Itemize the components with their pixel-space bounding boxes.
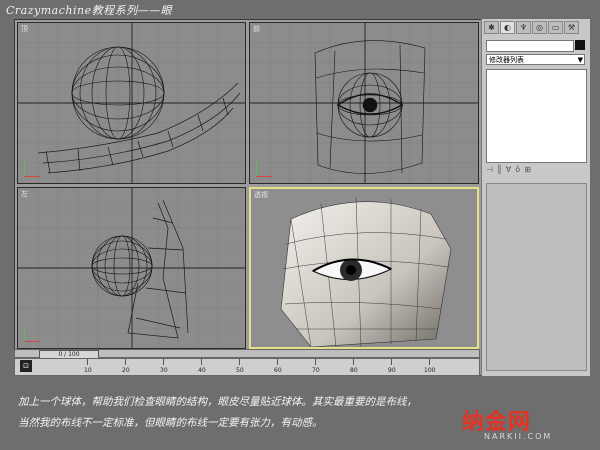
viewport-persp-label: 透视: [254, 191, 268, 199]
face-mesh-front: [314, 40, 426, 174]
ruler-tick: 90: [388, 367, 396, 374]
key-mode-icon[interactable]: ⊡: [20, 360, 32, 372]
modifier-list-dropdown[interactable]: 修改器列表 ▼: [486, 54, 585, 65]
viewport-top-label: 顶: [21, 25, 28, 33]
chevron-down-icon: ▼: [577, 56, 583, 64]
watermark-url: NARKII.COM: [484, 432, 553, 441]
axis-gizmo: [24, 324, 42, 342]
viewport-left-label: 左: [21, 190, 28, 198]
frame-counter: 0 / 100: [58, 351, 80, 358]
ruler-tick: 20: [122, 367, 130, 374]
object-name-input[interactable]: [486, 40, 574, 52]
display-icon[interactable]: ▭: [548, 21, 563, 34]
parameters-rollout: [486, 183, 587, 371]
command-panel-tabs: ✱ ◐ ♆ ◎ ▭ ⚒: [484, 21, 579, 34]
configure-sets-icon[interactable]: ⊞: [524, 165, 531, 177]
viewport-grid: [250, 23, 478, 183]
track-bar[interactable]: 10 20 30 40 50 60 70 80 90 100: [14, 358, 480, 376]
ruler-tick: 10: [84, 367, 92, 374]
ruler-tick: 60: [274, 367, 282, 374]
modifier-list-label: 修改器列表: [489, 56, 524, 64]
ruler-tick: 30: [160, 367, 168, 374]
modifier-stack[interactable]: [486, 69, 587, 163]
viewport-top[interactable]: 顶: [17, 22, 246, 184]
page-title: Crazymachine教程系列——眼: [6, 4, 173, 17]
ruler-tick: 50: [236, 367, 244, 374]
make-unique-icon[interactable]: ∀: [506, 165, 511, 177]
perspective-render: [251, 189, 477, 347]
utilities-icon[interactable]: ⚒: [564, 21, 579, 34]
object-color-swatch[interactable]: [575, 40, 585, 50]
ruler-tick: 70: [312, 367, 320, 374]
viewport-perspective[interactable]: 透视: [249, 187, 479, 349]
axis-gizmo: [256, 159, 274, 177]
stack-toolbar: ⊣ ║ ∀ ŏ ⊞: [486, 165, 585, 177]
viewport-grid: [18, 23, 245, 183]
pin-stack-icon[interactable]: ⊣: [486, 165, 493, 177]
sphere-wireframe: [91, 235, 153, 297]
hierarchy-icon[interactable]: ♆: [516, 21, 531, 34]
modify-icon[interactable]: ◐: [500, 21, 515, 34]
remove-modifier-icon[interactable]: ŏ: [515, 165, 520, 177]
time-slider-track[interactable]: 0 / 100: [14, 349, 480, 359]
viewport-grid: [18, 188, 245, 348]
viewport-front[interactable]: 前: [249, 22, 479, 184]
show-end-result-icon[interactable]: ║: [497, 165, 502, 177]
viewport-left[interactable]: 左: [17, 187, 246, 349]
face-mesh-shaded: [280, 196, 452, 347]
command-panel: ✱ ◐ ♆ ◎ ▭ ⚒ 修改器列表 ▼ ⊣ ║ ∀ ŏ ⊞: [481, 19, 590, 376]
create-icon[interactable]: ✱: [484, 21, 499, 34]
motion-icon[interactable]: ◎: [532, 21, 547, 34]
ruler-tick: 80: [350, 367, 358, 374]
viewport-front-label: 前: [253, 25, 260, 33]
ruler-tick: 40: [198, 367, 206, 374]
ruler-tick: 100: [424, 367, 436, 374]
watermark-logo: 纳金网 NARKII.COM: [462, 404, 592, 446]
eyelid-mesh-top: [37, 82, 241, 174]
axis-gizmo: [24, 159, 42, 177]
